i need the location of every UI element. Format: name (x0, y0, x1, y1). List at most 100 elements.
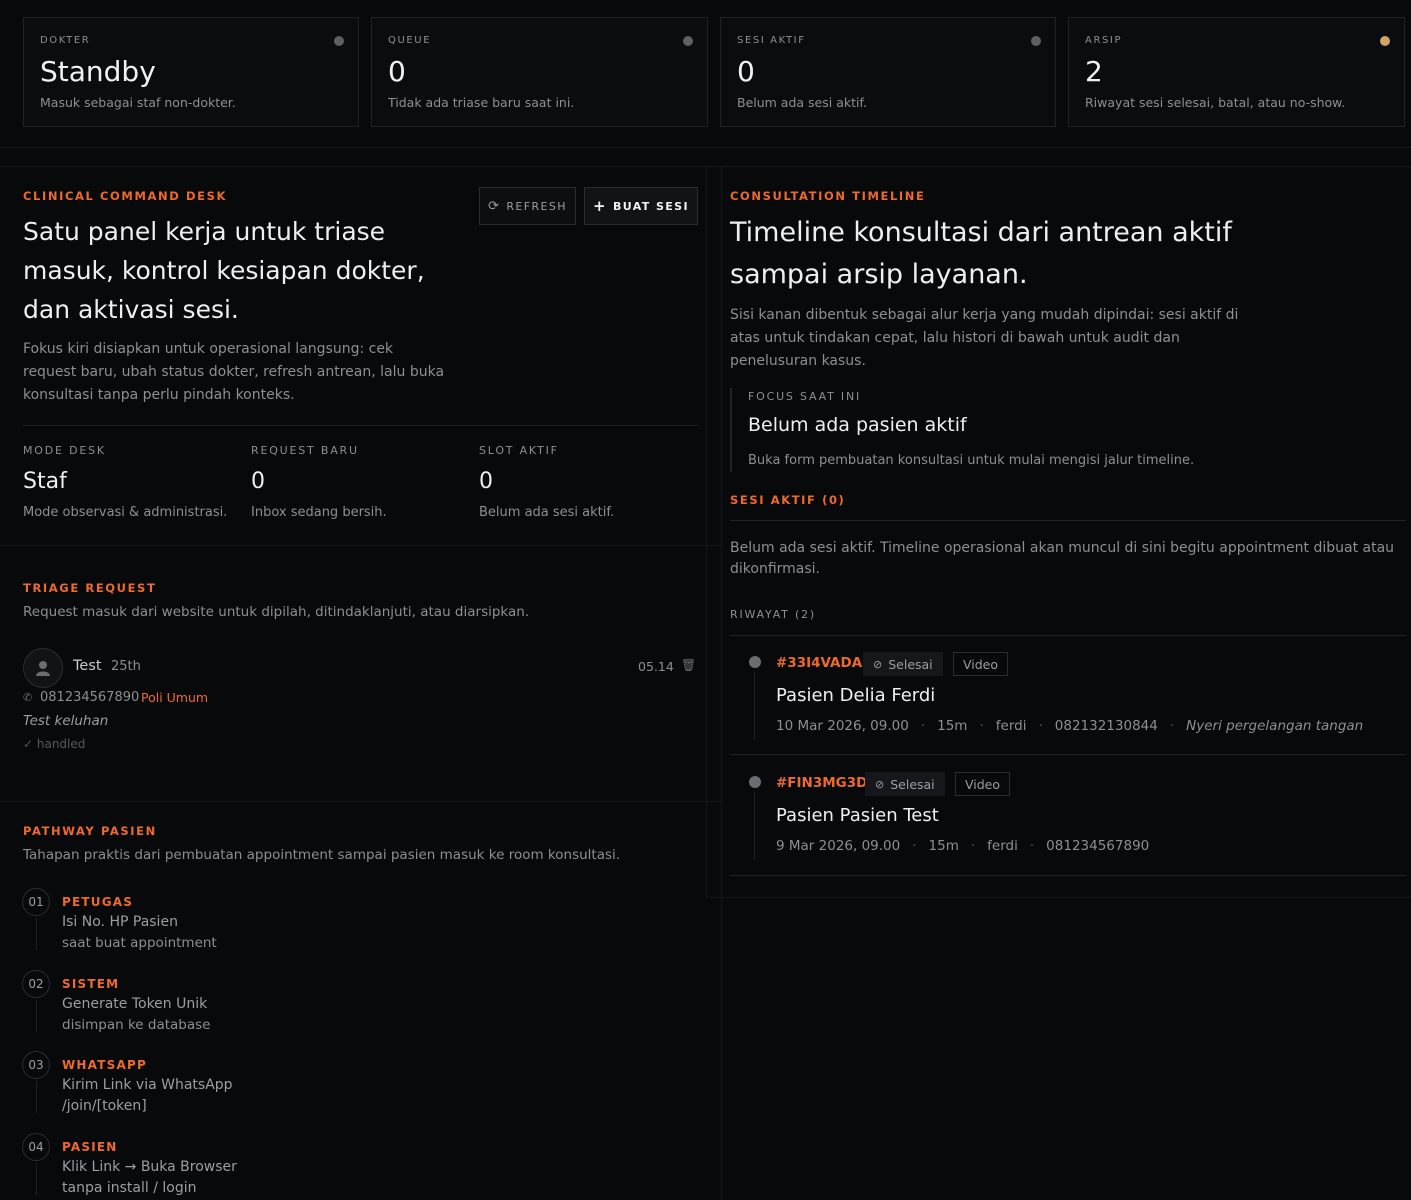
check-circle-icon: ⊘ (875, 777, 885, 791)
refresh-icon: ⟳ (488, 198, 501, 214)
avatar (23, 648, 63, 688)
pathway-steps: 01 PETUGAS Isi No. HP Pasien saat buat a… (0, 888, 722, 1198)
pathway-desc: Tahapan praktis dari pembuatan appointme… (23, 847, 621, 863)
focus-label: FOCUS SAAT INI (748, 390, 862, 403)
request-name: Test (73, 658, 102, 674)
active-sessions-empty: Belum ada sesi aktif. Timeline operasion… (730, 540, 1395, 577)
phone-icon: ✆ (23, 691, 33, 704)
step-number: 04 (22, 1133, 50, 1161)
history-meta: 9 Mar 2026, 09.00 · 15m · ferdi · 081234567… (776, 838, 1150, 854)
status-dot-icon (1380, 36, 1390, 46)
status-dot-icon (334, 36, 344, 46)
command-desk-eyebrow: CLINICAL COMMAND DESK (23, 189, 227, 203)
step-label: PETUGAS (62, 895, 134, 909)
step-label: SISTEM (62, 977, 120, 991)
active-sessions-label: SESI AKTIF (0) (730, 493, 846, 507)
triage-eyebrow: TRIAGE REQUEST (23, 581, 157, 595)
status-dot-icon (1031, 36, 1041, 46)
focus-desc: Buka form pembuatan konsultasi untuk mul… (748, 453, 1195, 468)
request-complaint: Test keluhan (23, 713, 109, 729)
step-text: Klik Link → Buka Browser tanpa install /… (62, 1159, 237, 1196)
stat-sub: Belum ada sesi aktif. (737, 95, 867, 110)
step-number: 03 (22, 1051, 50, 1079)
history-patient-name: Pasien Delia Ferdi (776, 685, 936, 706)
stats-row: DOKTER Standby Masuk sebagai staf non-do… (0, 0, 1411, 148)
step-text: Isi No. HP Pasien saat buat appointment (62, 914, 217, 951)
request-phone: 081234567890 (40, 690, 140, 705)
history-code[interactable]: #33I4VADA (776, 655, 862, 671)
status-badge: ⊘ Selesai (865, 772, 945, 796)
stat-label: ARSIP (1085, 35, 1123, 46)
timeline-title: Timeline konsultasi dari antrean aktif s… (730, 217, 1232, 290)
step-number: 02 (22, 970, 50, 998)
history-patient-name: Pasien Pasien Test (776, 805, 939, 826)
step-text: Generate Token Unik disimpan ke database (62, 996, 211, 1033)
stat-value: Standby (40, 55, 156, 88)
history-code[interactable]: #FIN3MG3D (776, 775, 867, 791)
left-column: CLINICAL COMMAND DESK ⟳ REFRESH + BUAT S… (0, 166, 722, 1200)
history-meta: 10 Mar 2026, 09.00 · 15m · ferdi · 08213213… (776, 718, 1364, 734)
stat-card-queue: QUEUE 0 Tidak ada triase baru saat ini. (371, 17, 708, 127)
history-item[interactable]: #33I4VADA ⊘ Selesai Video Pasien Delia F… (730, 636, 1406, 755)
step-connector (36, 918, 37, 950)
refresh-label: REFRESH (506, 199, 567, 213)
plus-icon: + (593, 197, 607, 215)
delete-icon[interactable]: 🗑 (681, 658, 696, 672)
step-connector (36, 1163, 37, 1195)
type-badge: Video (955, 772, 1011, 796)
step-label: PASIEN (62, 1140, 118, 1154)
section-divider (0, 801, 722, 802)
right-column: CONSULTATION TIMELINE Timeline konsultas… (706, 166, 1411, 898)
create-session-button[interactable]: + BUAT SESI (584, 187, 698, 225)
stat-value: 0 (388, 55, 406, 88)
stat-card-arsip: ARSIP 2 Riwayat sesi selesai, batal, ata… (1068, 17, 1405, 127)
triage-desc: Request masuk dari website untuk dipilah… (23, 604, 530, 620)
metric-slot-aktif: SLOT AKTIF 0 Belum ada sesi aktif. (479, 444, 615, 520)
stat-card-sesi-aktif: SESI AKTIF 0 Belum ada sesi aktif. (720, 17, 1056, 127)
section-divider (0, 545, 722, 546)
metric-request-baru: REQUEST BARU 0 Inbox sedang bersih. (251, 444, 387, 520)
timeline-desc: Sisi kanan dibentuk sebagai alur kerja y… (730, 307, 1239, 369)
create-session-label: BUAT SESI (612, 199, 689, 213)
refresh-button[interactable]: ⟳ REFRESH (479, 187, 576, 225)
step-label: WHATSAPP (62, 1058, 147, 1072)
stat-sub: Tidak ada triase baru saat ini. (388, 95, 575, 110)
stat-label: QUEUE (388, 35, 432, 46)
command-desk-desc: Fokus kiri disiapkan untuk operasional l… (23, 341, 445, 403)
timeline-connector (754, 792, 755, 860)
request-date: 25th (111, 659, 141, 674)
focus-title: Belum ada pasien aktif (748, 414, 967, 436)
step-connector (36, 1081, 37, 1113)
request-time: 05.14 (638, 659, 674, 674)
divider (23, 425, 698, 426)
history-label: RIWAYAT (2) (730, 608, 816, 621)
user-icon (36, 661, 50, 676)
stat-value: 0 (737, 55, 755, 88)
request-status: ✓ handled (23, 737, 86, 751)
step-text: Kirim Link via WhatsApp /join/[token] (62, 1077, 233, 1114)
stat-sub: Riwayat sesi selesai, batal, atau no-sho… (1085, 95, 1346, 110)
history-item[interactable]: #FIN3MG3D ⊘ Selesai Video Pasien Pasien … (730, 756, 1406, 876)
timeline-connector (754, 672, 755, 740)
status-badge: ⊘ Selesai (863, 652, 943, 676)
timeline-dot-icon (749, 776, 761, 788)
step-number: 01 (22, 888, 50, 916)
timeline-eyebrow: CONSULTATION TIMELINE (730, 189, 926, 203)
stat-label: SESI AKTIF (737, 35, 806, 46)
status-dot-icon (683, 36, 693, 46)
check-circle-icon: ⊘ (873, 657, 883, 671)
focus-panel: FOCUS SAAT INI Belum ada pasien aktif Bu… (730, 388, 1390, 472)
stat-card-dokter: DOKTER Standby Masuk sebagai staf non-do… (23, 17, 359, 127)
step-connector (36, 1000, 37, 1032)
pathway-eyebrow: PATHWAY PASIEN (23, 824, 157, 838)
metric-mode-desk: MODE DESK Staf Mode observasi & administ… (23, 444, 228, 520)
timeline-dot-icon (749, 656, 761, 668)
stat-sub: Masuk sebagai staf non-dokter. (40, 95, 236, 110)
triage-request-item[interactable]: Test 25th 05.14 🗑 ✆ 081234567890 Poli Um… (0, 636, 722, 756)
type-badge: Video (953, 652, 1009, 676)
request-poli: Poli Umum (141, 690, 209, 705)
command-desk-title: Satu panel kerja untuk triase masuk, kon… (23, 217, 425, 324)
stat-value: 2 (1085, 55, 1103, 88)
divider (730, 520, 1406, 521)
stat-label: DOKTER (40, 35, 91, 46)
